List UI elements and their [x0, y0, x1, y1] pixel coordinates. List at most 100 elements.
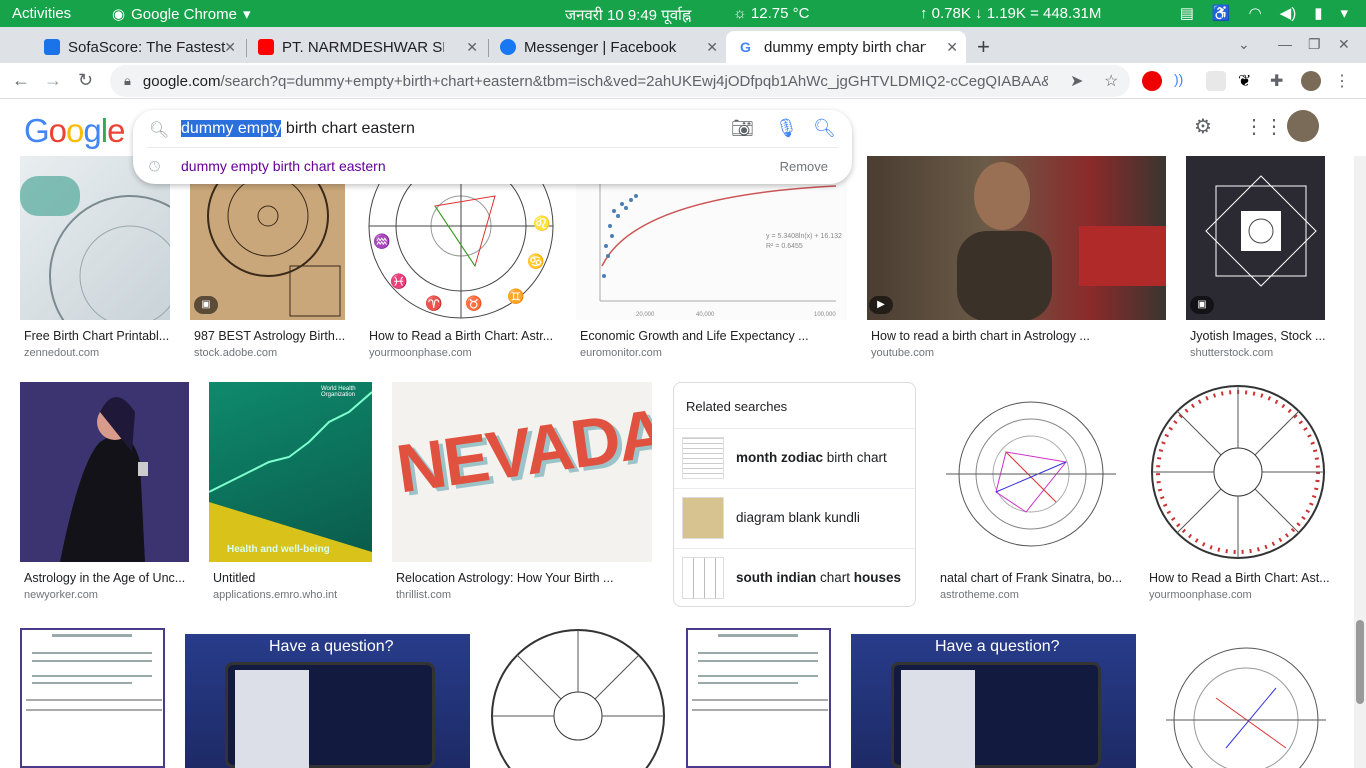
result-caption[interactable]: Jyotish Images, Stock ... — [1190, 329, 1325, 343]
mobile-extension-icon[interactable]: ❦ — [1238, 71, 1258, 91]
image-badge-icon: ▣ — [1190, 296, 1214, 314]
clock[interactable]: जनवरी 10 9:49 पूर्वाह्न — [565, 5, 691, 25]
account-avatar[interactable] — [1287, 110, 1319, 142]
thumb-text: NEVADA — [392, 394, 652, 508]
url-text[interactable]: google.com/search?q=dummy+empty+birth+ch… — [143, 73, 1048, 90]
result-source: newyorker.com — [24, 589, 98, 601]
result-image[interactable]: Have a question? — [851, 634, 1136, 768]
related-search-item[interactable]: month zodiac birth chart — [674, 428, 915, 488]
result-caption[interactable]: Astrology in the Age of Unc... — [24, 571, 189, 585]
related-searches-card: Related searches month zodiac birth char… — [673, 382, 916, 607]
result-image[interactable] — [20, 382, 189, 562]
blank-extension-icon[interactable] — [1206, 71, 1226, 91]
system-tray[interactable]: ▤ ♿ ◠ ◀) ▮ ▾ — [1180, 4, 1348, 22]
result-caption[interactable]: How to Read a Birth Chart: Astr... — [369, 329, 557, 343]
result-image[interactable]: World Health Organization Health and wel… — [209, 382, 372, 562]
weather-indicator[interactable]: ☼ 12.75 °C — [733, 5, 809, 22]
activities-button[interactable]: Activities — [12, 5, 71, 22]
close-icon[interactable]: ✕ — [466, 39, 478, 56]
result-image[interactable]: NEVADA — [392, 382, 652, 562]
new-tab-button[interactable]: + — [977, 34, 990, 60]
settings-icon[interactable]: ⚙ — [1194, 114, 1212, 139]
microphone-icon[interactable]: 🎙︎ — [775, 118, 798, 139]
result-caption[interactable]: natal chart of Frank Sinatra, bo... — [940, 571, 1125, 585]
app-menu[interactable]: ◉ Google Chrome ▾ — [112, 5, 251, 24]
related-search-item[interactable]: south indian chart houses — [674, 548, 915, 608]
app-name: Google Chrome — [131, 5, 237, 23]
svg-text:100,000: 100,000 — [814, 312, 836, 318]
suggestion-item[interactable]: dummy empty birth chart eastern — [181, 158, 386, 174]
kebab-menu-icon[interactable]: ⋮ — [1334, 71, 1354, 91]
google-icon: G — [740, 39, 756, 55]
tab-youtube[interactable]: PT. NARMDESHWAR SHAS ✕ — [244, 31, 486, 63]
volume-icon[interactable]: ◀) — [1280, 4, 1297, 22]
scrollbar-thumb[interactable] — [1356, 620, 1364, 704]
reload-icon[interactable]: ↻ — [78, 70, 93, 91]
result-caption[interactable]: How to read a birth chart in Astrology .… — [871, 329, 1166, 343]
share-icon[interactable]: ➤ — [1070, 71, 1083, 91]
remove-suggestion-button[interactable]: Remove — [780, 159, 828, 174]
result-image[interactable] — [1145, 382, 1331, 562]
related-thumb — [682, 497, 724, 539]
restore-icon[interactable]: ❐ — [1308, 36, 1321, 53]
result-caption[interactable]: Economic Growth and Life Expectancy ... — [580, 329, 847, 343]
search-submit-icon[interactable]: 🔍︎ — [813, 118, 836, 139]
result-source: zennedout.com — [24, 347, 100, 359]
result-caption[interactable]: Untitled — [213, 571, 372, 585]
svg-text:♓: ♓ — [390, 273, 407, 290]
svg-text:♉: ♉ — [465, 295, 482, 312]
result-caption[interactable]: Free Birth Chart Printabl... — [24, 329, 170, 343]
svg-text:y = 5.3408ln(x) + 16.132: y = 5.3408ln(x) + 16.132 — [766, 233, 842, 240]
svg-text:20,000: 20,000 — [636, 312, 655, 318]
search-input[interactable]: dummy empty birth chart eastern — [181, 120, 415, 138]
close-icon[interactable]: ✕ — [706, 39, 718, 56]
play-icon: ▶ — [869, 296, 893, 314]
minimize-icon[interactable]: — — [1278, 36, 1292, 52]
adblock-extension-icon[interactable] — [1142, 71, 1162, 91]
sofascore-icon — [44, 39, 60, 55]
result-source: astrotheme.com — [940, 589, 1019, 601]
result-caption[interactable]: How to Read a Birth Chart: Ast... — [1149, 571, 1331, 585]
clipboard-icon[interactable]: ▤ — [1180, 4, 1194, 22]
close-window-icon[interactable]: ✕ — [1338, 36, 1350, 53]
history-icon: 🕓︎ — [149, 158, 161, 174]
tab-messenger[interactable]: Messenger | Facebook ✕ — [486, 31, 726, 63]
puzzle-icon[interactable]: ✚ — [1270, 71, 1290, 91]
image-badge-icon: ▣ — [194, 296, 218, 314]
chevron-down-icon[interactable]: ▾ — [1340, 4, 1348, 22]
tab-google-images[interactable]: G dummy empty birth chart ✕ — [726, 31, 966, 63]
close-icon[interactable]: ✕ — [946, 39, 958, 56]
bookmark-star-icon[interactable]: ☆ — [1104, 71, 1118, 91]
page-scrollbar[interactable] — [1354, 100, 1366, 768]
result-caption[interactable]: 987 BEST Astrology Birth... — [194, 329, 345, 343]
address-bar[interactable]: 🔒︎ google.com/search?q=dummy+empty+birth… — [110, 65, 1130, 97]
battery-icon[interactable]: ▮ — [1314, 4, 1322, 22]
svg-text:♌: ♌ — [533, 215, 550, 232]
search-box[interactable]: 🔍︎ dummy empty birth chart eastern 📷︎ 🎙︎… — [133, 110, 852, 184]
result-caption[interactable]: Relocation Astrology: How Your Birth ... — [396, 571, 652, 585]
result-image[interactable] — [936, 382, 1125, 562]
back-icon[interactable]: ← — [12, 70, 30, 91]
lock-icon[interactable]: 🔒︎ — [124, 73, 131, 89]
google-logo[interactable]: Google — [24, 112, 125, 150]
accessibility-icon[interactable]: ♿ — [1212, 4, 1231, 22]
svg-text:♒: ♒ — [373, 233, 390, 250]
result-image[interactable] — [490, 628, 666, 768]
result-image[interactable] — [20, 628, 165, 768]
audio-extension-icon[interactable]: )) — [1174, 71, 1194, 91]
related-search-item[interactable]: diagram blank kundli — [674, 488, 915, 548]
result-source: yourmoonphase.com — [369, 347, 472, 359]
profile-avatar[interactable] — [1301, 71, 1321, 91]
result-image[interactable] — [686, 628, 831, 768]
close-icon[interactable]: ✕ — [224, 39, 236, 56]
tab-title: SofaScore: The Fastest Fo — [68, 38, 230, 56]
result-image[interactable]: Have a question? — [185, 634, 470, 768]
tab-sofascore[interactable]: SofaScore: The Fastest Fo ✕ — [30, 31, 244, 63]
result-image[interactable]: ▣ — [1186, 156, 1325, 320]
result-image[interactable] — [1156, 628, 1331, 768]
forward-icon[interactable]: → — [44, 70, 62, 91]
wifi-icon[interactable]: ◠ — [1249, 4, 1262, 22]
camera-icon[interactable]: 📷︎ — [731, 118, 754, 139]
tab-search-icon[interactable]: ⌄ — [1238, 36, 1250, 53]
result-image[interactable]: ▶ — [867, 156, 1166, 320]
